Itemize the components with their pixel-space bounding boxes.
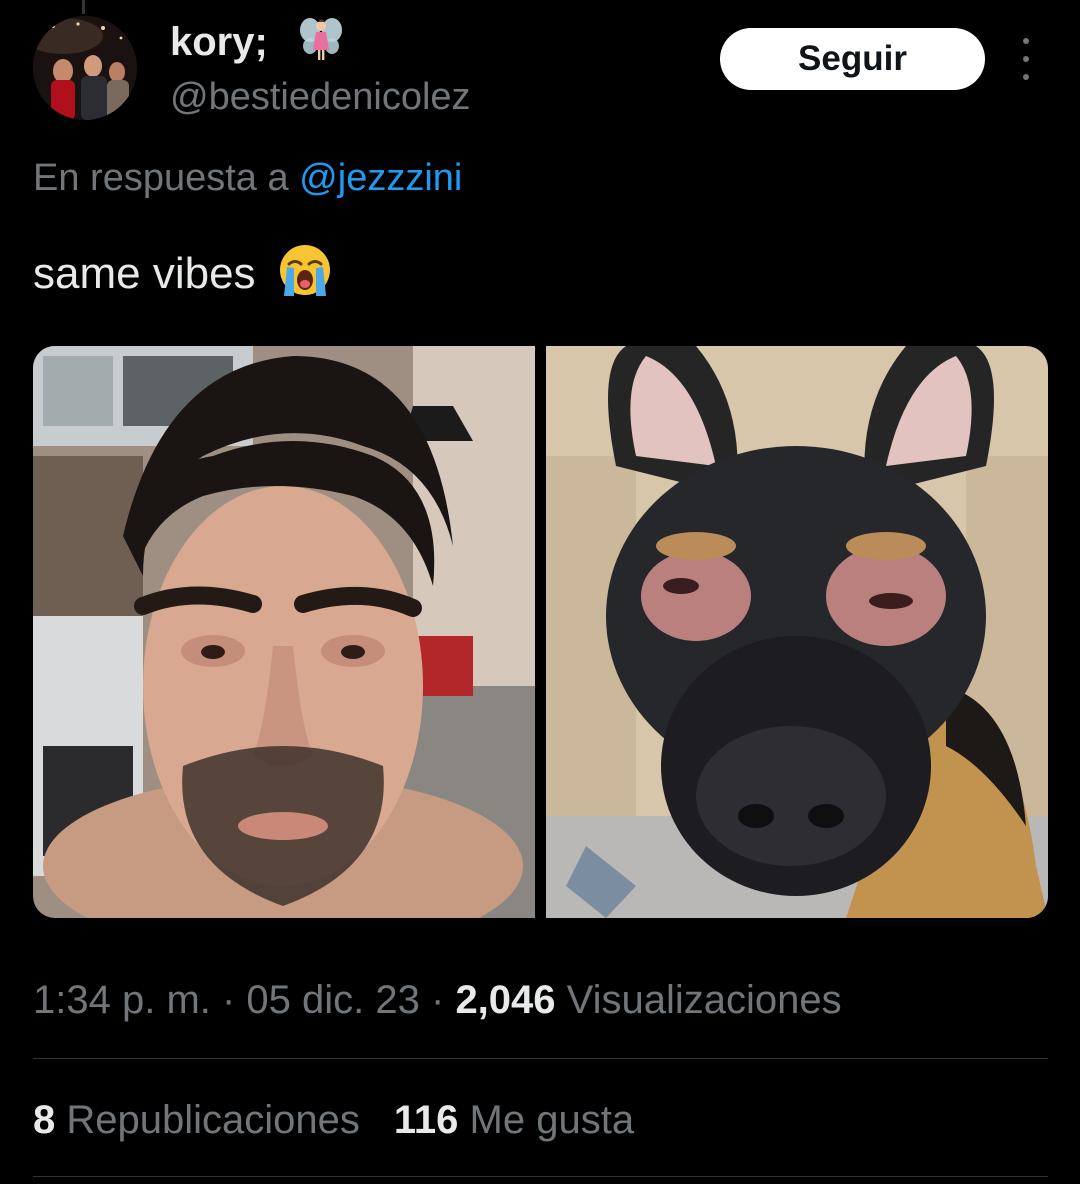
engagement-stats: 8 Republicaciones 116 Me gusta	[33, 1096, 634, 1144]
photo-man-swollen-face[interactable]	[33, 346, 535, 918]
likes-count: 116	[393, 1098, 459, 1142]
divider	[33, 1058, 1048, 1059]
reposts-stat[interactable]: 8 Republicaciones	[33, 1098, 360, 1142]
avatar-image	[33, 16, 137, 120]
thread-connector-line	[82, 0, 85, 14]
display-name[interactable]: kory;	[170, 20, 268, 64]
divider	[33, 1176, 1048, 1177]
views-count: 2,046	[455, 978, 556, 1022]
reposts-count: 8	[33, 1098, 56, 1142]
loudly-crying-face-icon	[279, 245, 330, 296]
tweet-time[interactable]: 1:34 p. m.	[33, 978, 211, 1022]
tweet-metadata: 1:34 p. m. · 05 dic. 23 · 2,046 Visualiz…	[33, 976, 842, 1024]
reposts-label: Republicaciones	[55, 1098, 360, 1142]
tweet-date[interactable]: 05 dic. 23	[246, 978, 419, 1022]
fairy-icon	[300, 18, 342, 60]
avatar[interactable]	[33, 16, 137, 120]
likes-stat[interactable]: 116 Me gusta	[394, 1098, 634, 1142]
tweet-text: same vibes	[33, 240, 334, 299]
media-grid[interactable]	[33, 346, 1048, 918]
user-handle[interactable]: @bestiedenicolez	[170, 76, 471, 118]
reply-mention-link[interactable]: @jezzzini	[299, 157, 462, 199]
meta-separator: ·	[419, 978, 456, 1022]
photo-dog-swollen-face[interactable]	[546, 346, 1048, 918]
tweet-body: same vibes	[33, 249, 256, 298]
likes-label: Me gusta	[458, 1098, 635, 1142]
reply-context: En respuesta a @jezzzini	[33, 156, 462, 200]
meta-separator: ·	[210, 978, 247, 1022]
follow-button[interactable]: Seguir	[720, 28, 985, 90]
more-options-icon[interactable]	[1014, 38, 1038, 80]
views-label: Visualizaciones	[555, 978, 842, 1022]
reply-prefix: En respuesta a	[33, 157, 300, 199]
